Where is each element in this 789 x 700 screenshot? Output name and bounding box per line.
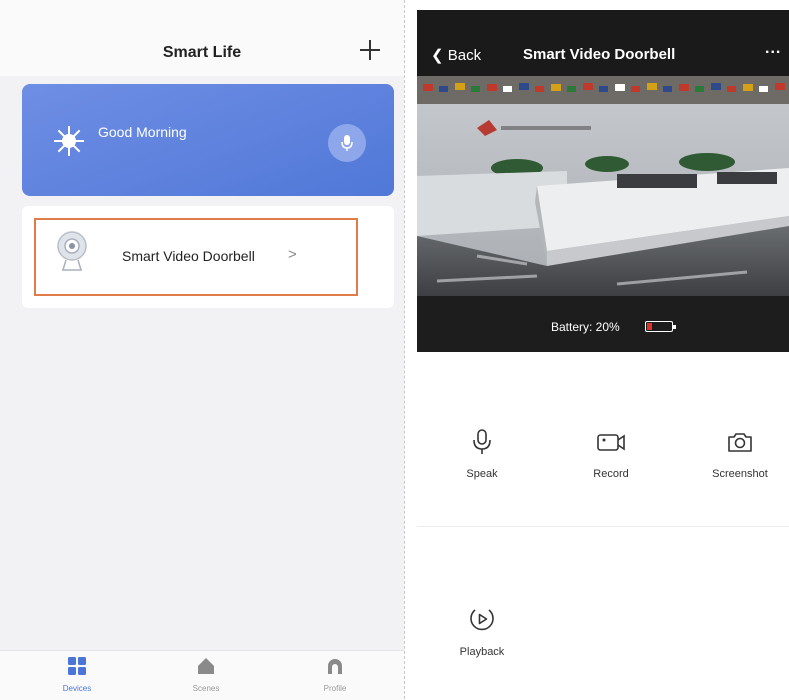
screen-divider (404, 0, 406, 699)
battery-text: Battery: 20% (551, 320, 620, 334)
page-title: Smart Video Doorbell (523, 46, 676, 63)
control-label: Record (593, 468, 629, 480)
speak-button[interactable]: Speak (437, 428, 527, 480)
top-bar: Smart Life (0, 0, 404, 76)
back-label: Back (447, 47, 482, 64)
doorbell-live-view-screen: ❮ Back Smart Video Doorbell ... Battery:… (417, 10, 789, 699)
bottom-tab-bar: Devices Scenes Profile (0, 650, 404, 700)
playback-button[interactable]: Playback (437, 604, 527, 658)
device-card[interactable]: Smart Video Doorbell > (22, 206, 394, 308)
live-video-feed[interactable] (417, 76, 789, 296)
office-camera-image (417, 76, 789, 296)
grid-icon (68, 657, 86, 675)
greeting-card: Good Morning (22, 84, 394, 196)
battery-level-fill (647, 323, 652, 330)
profile-icon (328, 659, 342, 674)
control-label: Speak (466, 468, 498, 480)
voice-button[interactable] (328, 124, 366, 162)
more-options-icon[interactable]: ... (765, 40, 781, 58)
back-button[interactable]: ❮ Back (431, 46, 481, 64)
sun-icon (54, 126, 84, 156)
chevron-right-icon: > (288, 246, 297, 263)
microphone-icon (341, 135, 353, 151)
home-icon (198, 658, 214, 674)
greeting-text: Good Morning (98, 124, 187, 140)
tab-devices[interactable]: Devices (42, 657, 112, 693)
divider-line (417, 526, 789, 527)
tab-label: Scenes (192, 684, 220, 693)
header-bar: ❮ Back Smart Video Doorbell ... (417, 10, 789, 76)
battery-icon (645, 321, 676, 332)
record-button[interactable]: Record (566, 428, 656, 480)
device-name: Smart Video Doorbell (122, 248, 255, 264)
screenshot-button[interactable]: Screenshot (695, 428, 785, 480)
playback-icon (470, 609, 494, 631)
control-label: Playback (459, 646, 505, 658)
control-label: Screenshot (712, 468, 768, 480)
chevron-left-icon: ❮ (431, 47, 444, 64)
smart-life-home-screen: Smart Life Good Morning Smart Video Door… (0, 0, 404, 700)
video-camera-icon (597, 434, 625, 451)
tab-label: Profile (323, 684, 347, 693)
microphone-icon (473, 429, 491, 454)
tab-profile[interactable]: Profile (300, 657, 370, 693)
add-device-plus-icon[interactable] (356, 36, 384, 64)
tab-label: Devices (62, 684, 92, 693)
battery-status-bar: Battery: 20% (417, 296, 789, 352)
app-title: Smart Life (162, 44, 242, 61)
tab-scenes[interactable]: Scenes (171, 657, 241, 693)
camera-icon (728, 433, 752, 452)
doorbell-camera-icon (57, 231, 87, 271)
